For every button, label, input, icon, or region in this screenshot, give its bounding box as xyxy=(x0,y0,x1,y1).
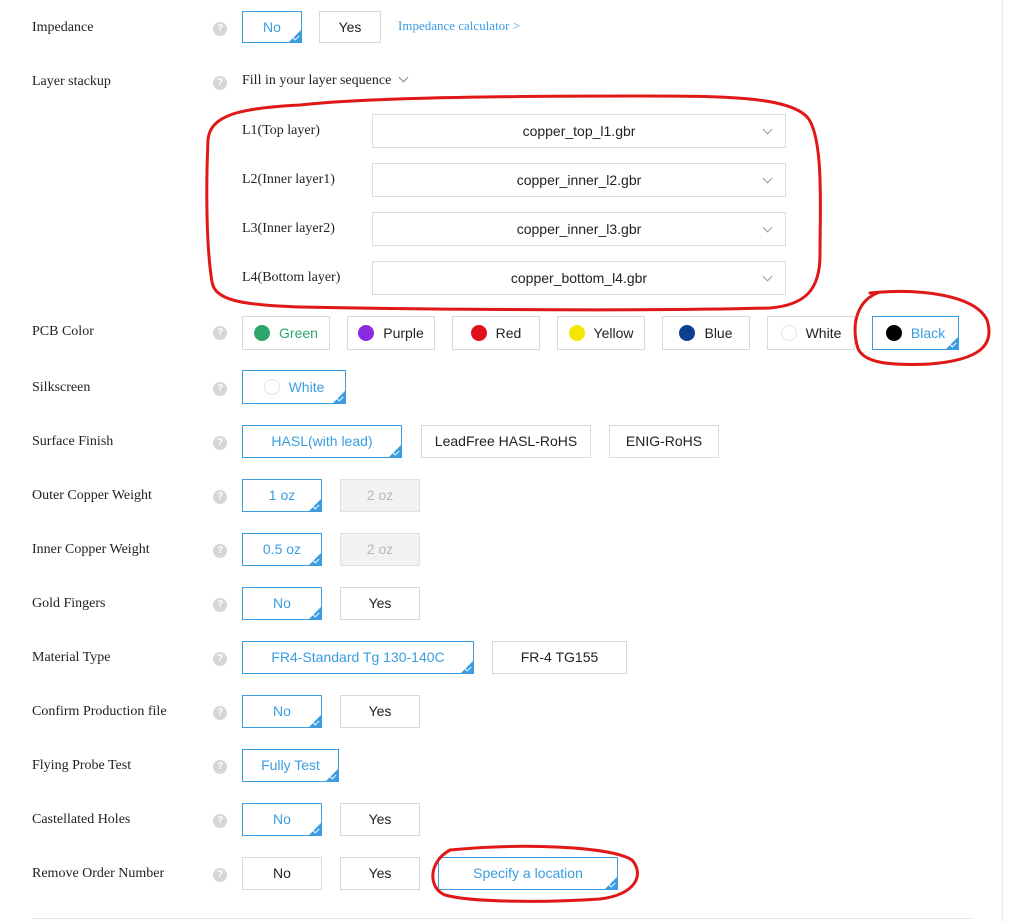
section-divider xyxy=(32,918,972,919)
impedance-label: Impedance xyxy=(32,20,94,35)
remove-order-specify-location-button[interactable]: Specify a location xyxy=(438,857,618,890)
help-icon[interactable]: ? xyxy=(213,868,227,882)
help-icon[interactable]: ? xyxy=(213,760,227,774)
silkscreen-white-label: White xyxy=(288,379,325,395)
remove-order-number-label: Remove Order Number xyxy=(32,866,165,881)
surface-finish-hasl-button[interactable]: HASL(with lead) xyxy=(242,425,402,458)
help-icon[interactable]: ? xyxy=(213,706,227,720)
silkscreen-label: Silkscreen xyxy=(32,380,91,395)
surface-finish-label: Surface Finish xyxy=(32,434,114,449)
surface-finish-enig-button[interactable]: ENIG-RoHS xyxy=(609,425,719,458)
inner-copper-label: Inner Copper Weight xyxy=(32,542,150,557)
pcb-color-green-button[interactable]: Green xyxy=(242,316,330,350)
impedance-calculator-link[interactable]: Impedance calculator > xyxy=(398,18,520,34)
pcb-color-green-label: Green xyxy=(279,325,318,341)
color-swatch-icon xyxy=(358,325,375,341)
help-icon[interactable]: ? xyxy=(213,382,227,396)
chevron-down-icon xyxy=(762,124,773,135)
chevron-down-icon xyxy=(762,173,773,184)
help-icon[interactable]: ? xyxy=(213,598,227,612)
help-icon[interactable]: ? xyxy=(213,490,227,504)
silkscreen-white-button[interactable]: White xyxy=(242,370,346,404)
color-swatch-icon xyxy=(470,325,487,341)
impedance-yes-button[interactable]: Yes xyxy=(319,11,381,43)
inner-copper-05oz-button[interactable]: 0.5 oz xyxy=(242,533,322,566)
surface-finish-leadfree-button[interactable]: LeadFree HASL-RoHS xyxy=(421,425,591,458)
inner-copper-2oz-button[interactable]: 2 oz xyxy=(340,533,420,566)
help-icon[interactable]: ? xyxy=(213,436,227,450)
chevron-down-icon xyxy=(762,222,773,233)
layer-name-l1: L1(Top layer) xyxy=(242,123,320,138)
chevron-down-icon xyxy=(762,271,773,282)
flying-probe-fully-test-button[interactable]: Fully Test xyxy=(242,749,339,782)
pcb-color-white-label: White xyxy=(805,325,842,341)
pcb-color-purple-button[interactable]: Purple xyxy=(347,316,435,350)
layer-select-l2[interactable]: copper_inner_l2.gbr xyxy=(372,163,786,197)
help-icon[interactable]: ? xyxy=(213,22,227,36)
castellated-holes-label: Castellated Holes xyxy=(32,812,131,827)
layer-sequence-toggle[interactable]: Fill in your layer sequence xyxy=(242,72,409,89)
outer-copper-label: Outer Copper Weight xyxy=(32,488,152,503)
color-swatch-icon xyxy=(263,379,280,395)
layer-name-l4: L4(Bottom layer) xyxy=(242,270,341,285)
pcb-color-black-label: Black xyxy=(910,325,946,341)
help-icon[interactable]: ? xyxy=(213,544,227,558)
pcb-color-blue-button[interactable]: Blue xyxy=(662,316,750,350)
layer-stackup-label: Layer stackup xyxy=(32,74,111,89)
panel-right-border xyxy=(1002,0,1003,922)
color-swatch-icon xyxy=(254,325,271,341)
material-fr4-standard-button[interactable]: FR4-Standard Tg 130-140C xyxy=(242,641,474,674)
outer-copper-2oz-button[interactable]: 2 oz xyxy=(340,479,420,512)
help-icon[interactable]: ? xyxy=(213,652,227,666)
confirm-production-yes-button[interactable]: Yes xyxy=(340,695,420,728)
pcb-color-purple-label: Purple xyxy=(383,325,424,341)
chevron-down-icon xyxy=(398,72,409,83)
layer-file-l4: copper_bottom_l4.gbr xyxy=(510,270,648,286)
castellated-no-button[interactable]: No xyxy=(242,803,322,836)
pcb-color-label: PCB Color xyxy=(32,324,94,339)
castellated-yes-button[interactable]: Yes xyxy=(340,803,420,836)
confirm-production-no-button[interactable]: No xyxy=(242,695,322,728)
material-fr4-tg155-button[interactable]: FR-4 TG155 xyxy=(492,641,627,674)
layer-file-l1: copper_top_l1.gbr xyxy=(522,123,636,139)
layer-name-l2: L2(Inner layer1) xyxy=(242,172,335,187)
layer-select-l1[interactable]: copper_top_l1.gbr xyxy=(372,114,786,148)
color-swatch-icon xyxy=(679,325,696,341)
layer-file-l3: copper_inner_l3.gbr xyxy=(516,221,642,237)
outer-copper-1oz-button[interactable]: 1 oz xyxy=(242,479,322,512)
help-icon[interactable]: ? xyxy=(213,326,227,340)
color-swatch-icon xyxy=(780,325,797,341)
gold-fingers-yes-button[interactable]: Yes xyxy=(340,587,420,620)
pcb-color-red-button[interactable]: Red xyxy=(452,316,540,350)
gold-fingers-no-button[interactable]: No xyxy=(242,587,322,620)
pcb-color-yellow-button[interactable]: Yellow xyxy=(557,316,645,350)
pcb-color-black-button[interactable]: Black xyxy=(872,316,959,350)
pcb-color-blue-label: Blue xyxy=(704,325,733,341)
pcb-color-white-button[interactable]: White xyxy=(767,316,855,350)
layer-sequence-toggle-label: Fill in your layer sequence xyxy=(242,73,392,88)
layer-name-l3: L3(Inner layer2) xyxy=(242,221,335,236)
flying-probe-label: Flying Probe Test xyxy=(32,758,132,773)
remove-order-yes-button[interactable]: Yes xyxy=(340,857,420,890)
impedance-no-button[interactable]: No xyxy=(242,11,302,43)
layer-select-l3[interactable]: copper_inner_l3.gbr xyxy=(372,212,786,246)
pcb-color-yellow-label: Yellow xyxy=(593,325,634,341)
color-swatch-icon xyxy=(568,325,585,341)
remove-order-no-button[interactable]: No xyxy=(242,857,322,890)
help-icon[interactable]: ? xyxy=(213,76,227,90)
material-type-label: Material Type xyxy=(32,650,111,665)
layer-select-l4[interactable]: copper_bottom_l4.gbr xyxy=(372,261,786,295)
pcb-color-red-label: Red xyxy=(495,325,522,341)
color-swatch-icon xyxy=(885,325,902,341)
layer-file-l2: copper_inner_l2.gbr xyxy=(516,172,642,188)
confirm-production-label: Confirm Production file xyxy=(32,704,167,719)
help-icon[interactable]: ? xyxy=(213,814,227,828)
gold-fingers-label: Gold Fingers xyxy=(32,596,106,611)
